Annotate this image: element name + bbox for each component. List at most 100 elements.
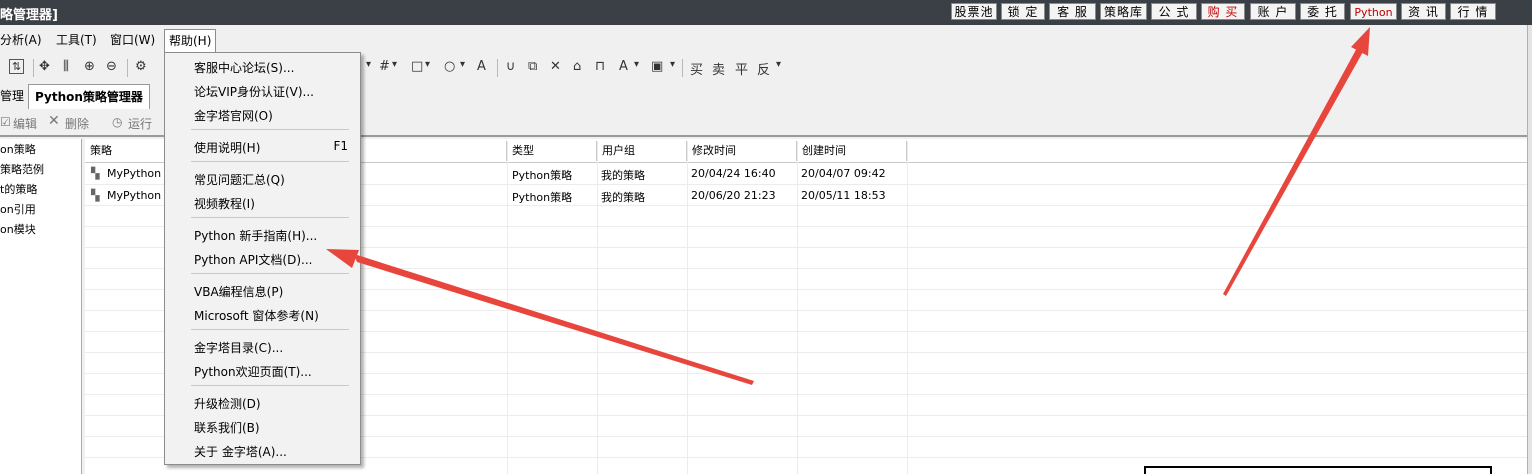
- delete-button[interactable]: 删除: [65, 115, 89, 132]
- strategy-tree: on策略 策略范例 t的策略 on引用 on模块: [0, 139, 82, 474]
- run-icon: ◷: [112, 115, 123, 129]
- dropdown-arrow-icon[interactable]: ▾: [460, 59, 465, 70]
- text-icon[interactable]: A: [477, 59, 486, 74]
- column-header-group[interactable]: 用户组: [597, 141, 687, 161]
- zoom-in-icon[interactable]: ⊕: [84, 59, 95, 74]
- column-header-created[interactable]: 创建时间: [797, 141, 907, 161]
- menu-item-manual[interactable]: 使用说明(H): [194, 139, 260, 156]
- zoom-out-icon[interactable]: ⊖: [106, 59, 117, 74]
- menu-item-directory[interactable]: 金字塔目录(C)...: [194, 339, 283, 356]
- buy-button[interactable]: 购 买: [1201, 3, 1245, 20]
- menu-item-contact[interactable]: 联系我们(B): [194, 419, 260, 436]
- table-cell-name[interactable]: MyPython: [107, 189, 161, 202]
- table-cell-type: Python策略: [512, 169, 573, 182]
- grid-icon[interactable]: #: [379, 59, 390, 74]
- table-cell-created: 20/04/07 09:42: [801, 167, 886, 180]
- dropdown-arrow-icon[interactable]: ▾: [366, 59, 371, 70]
- save-icon[interactable]: ▣: [651, 59, 663, 74]
- column-divider: [597, 141, 598, 474]
- sell-tool[interactable]: 卖: [712, 59, 725, 78]
- run-button[interactable]: 运行: [128, 115, 152, 132]
- column-divider: [907, 141, 908, 474]
- help-menu-dropdown: 客服中心论坛(S)... 论坛VIP身份认证(V)... 金字塔官网(O) 使用…: [164, 52, 361, 465]
- news-button[interactable]: 资 讯: [1401, 3, 1446, 20]
- menu-item-vip-auth[interactable]: 论坛VIP身份认证(V)...: [194, 83, 314, 100]
- menu-item-manual-shortcut: F1: [333, 139, 348, 153]
- ruler-icon[interactable]: ⫼: [63, 59, 69, 74]
- toolbar-separator: [127, 59, 128, 77]
- right-border: [1527, 25, 1532, 474]
- delete-icon[interactable]: ✕: [550, 59, 561, 74]
- menu-item-about[interactable]: 关于 金字塔(A)...: [194, 443, 287, 460]
- dropdown-arrow-icon[interactable]: ▾: [634, 59, 639, 70]
- menu-window[interactable]: 窗口(W): [110, 31, 155, 49]
- edit-button[interactable]: 编辑: [13, 115, 37, 132]
- dropdown-arrow-icon[interactable]: ▾: [425, 59, 430, 70]
- menu-item-ms-forms[interactable]: Microsoft 窗体参考(N): [194, 307, 319, 324]
- formula-button[interactable]: 公 式: [1151, 3, 1197, 20]
- column-header-type[interactable]: 类型: [507, 141, 597, 161]
- menu-separator: [191, 329, 349, 330]
- edit-icon: ☑: [0, 115, 11, 129]
- reverse-tool[interactable]: 反: [757, 59, 770, 78]
- dropdown-arrow-icon[interactable]: ▾: [776, 59, 781, 70]
- tree-item[interactable]: on策略: [0, 141, 36, 157]
- menu-item-python-guide[interactable]: Python 新手指南(H)...: [194, 227, 317, 244]
- buy-tool[interactable]: 买: [690, 59, 703, 78]
- menu-help[interactable]: 帮助(H): [164, 29, 217, 52]
- account-button[interactable]: 账 户: [1250, 3, 1296, 20]
- customer-service-button[interactable]: 客 服: [1049, 3, 1096, 20]
- menu-tools[interactable]: 工具(T): [56, 31, 97, 49]
- menu-separator: [191, 385, 349, 386]
- circle-icon[interactable]: ○: [444, 59, 455, 74]
- table-cell-created: 20/05/11 18:53: [801, 189, 886, 202]
- menu-bar: 分析(A) 工具(T) 窗口(W) 帮助(H): [0, 27, 1532, 52]
- tree-item[interactable]: t的策略: [0, 181, 37, 197]
- python-file-icon: ▚: [91, 189, 100, 202]
- trash-icon[interactable]: ⌂: [573, 59, 581, 74]
- column-header-modified[interactable]: 修改时间: [687, 141, 797, 161]
- menu-separator: [191, 273, 349, 274]
- dropdown-arrow-icon[interactable]: ▾: [670, 59, 675, 70]
- table-cell-group: 我的策略: [601, 169, 645, 182]
- menu-item-website[interactable]: 金字塔官网(O): [194, 107, 273, 124]
- tree-item[interactable]: 策略范例: [0, 161, 44, 177]
- font-color-icon[interactable]: A: [619, 59, 628, 74]
- menu-separator: [191, 129, 349, 130]
- column-divider: [687, 141, 688, 474]
- tab-python-strategy-manager[interactable]: Python策略管理器: [28, 84, 150, 109]
- rectangle-icon[interactable]: □: [411, 59, 423, 74]
- lock-button[interactable]: 锁 定: [1001, 3, 1045, 20]
- menu-item-forum[interactable]: 客服中心论坛(S)...: [194, 59, 294, 76]
- python-button[interactable]: Python: [1350, 3, 1397, 20]
- tab-manager[interactable]: 管理: [0, 84, 24, 108]
- stock-pool-button[interactable]: 股票池: [951, 3, 997, 20]
- toolbar-separator: [33, 59, 34, 77]
- strategy-library-button[interactable]: 策略库: [1100, 3, 1147, 20]
- magnet-icon[interactable]: ∪: [506, 59, 516, 74]
- toolbar-separator: [682, 59, 683, 77]
- menu-item-update-check[interactable]: 升级检测(D): [194, 395, 261, 412]
- table-cell-name[interactable]: MyPython: [107, 167, 161, 180]
- sort-icon[interactable]: ⇅: [9, 59, 25, 74]
- delete-icon: ✕: [48, 113, 60, 129]
- menu-item-python-api[interactable]: Python API文档(D)...: [194, 251, 312, 268]
- menu-analysis[interactable]: 分析(A): [0, 31, 42, 49]
- menu-item-video[interactable]: 视频教程(I): [194, 195, 255, 212]
- entrust-button[interactable]: 委 托: [1300, 3, 1345, 20]
- table-cell-type: Python策略: [512, 191, 573, 204]
- tree-item[interactable]: on引用: [0, 201, 36, 217]
- menu-item-faq[interactable]: 常见问题汇总(Q): [194, 171, 285, 188]
- copy-icon[interactable]: ⧉: [528, 59, 537, 74]
- dropdown-arrow-icon[interactable]: ▾: [392, 59, 397, 70]
- lock-icon[interactable]: ⊓: [595, 59, 605, 74]
- tree-item[interactable]: on模块: [0, 221, 36, 237]
- quotes-button[interactable]: 行 情: [1450, 3, 1496, 20]
- python-file-icon: ▚: [91, 167, 100, 180]
- gear-icon[interactable]: ⚙: [135, 59, 147, 74]
- close-tool[interactable]: 平: [735, 59, 748, 78]
- menu-item-vba[interactable]: VBA编程信息(P): [194, 283, 283, 300]
- menu-item-python-welcome[interactable]: Python欢迎页面(T)...: [194, 363, 312, 380]
- menu-separator: [191, 161, 349, 162]
- move-icon[interactable]: ✥: [39, 59, 50, 74]
